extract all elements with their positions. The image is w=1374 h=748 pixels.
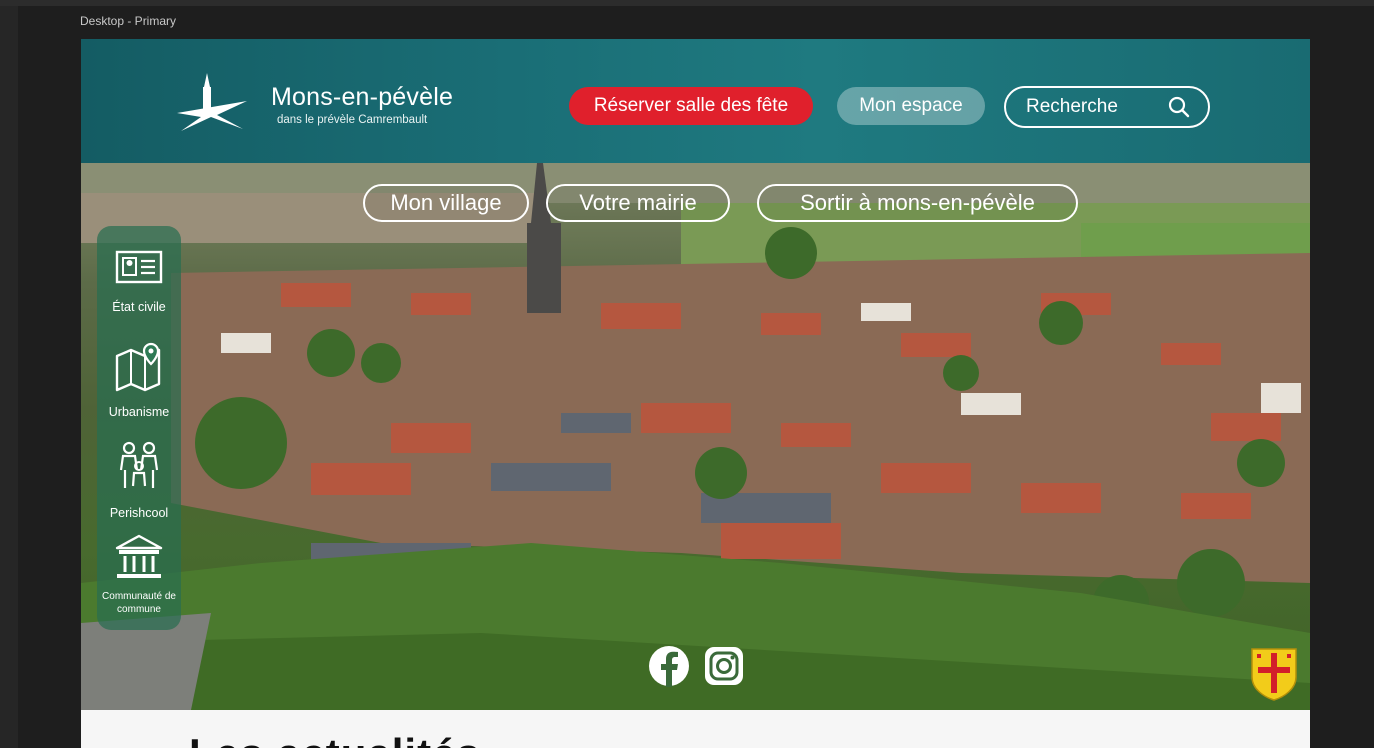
desktop-frame: Mons-en-pévèle dans le prévèle Camrembau…	[81, 39, 1310, 748]
town-crest-icon	[1251, 648, 1297, 701]
site-header: Mons-en-pévèle dans le prévèle Camrembau…	[81, 39, 1310, 163]
news-title: Les actualités	[189, 730, 481, 748]
hero-village-photo: Mon village Votre mairie Sortir à mons-e…	[81, 163, 1310, 710]
search-input[interactable]: Recherche	[1004, 86, 1210, 128]
facebook-icon[interactable]	[648, 645, 690, 687]
reserve-hall-button[interactable]: Réserver salle des fête	[569, 87, 813, 125]
frame-label[interactable]: Desktop - Primary	[80, 14, 176, 28]
nav-votre-mairie-label: Votre mairie	[579, 190, 697, 215]
my-space-button[interactable]: Mon espace	[837, 87, 985, 125]
family-icon	[119, 441, 159, 488]
side-item-urbanisme[interactable]: Urbanisme	[97, 332, 181, 432]
map-pin-icon	[115, 342, 161, 392]
church-logo-icon[interactable]	[177, 73, 247, 135]
side-item-perishcool-label: Perishcool	[109, 506, 169, 520]
my-space-label: Mon espace	[859, 95, 963, 116]
editor-left-panel	[0, 6, 18, 748]
search-icon[interactable]	[1168, 96, 1190, 118]
side-item-urbanisme-label: Urbanisme	[108, 405, 170, 419]
village-aerial-image	[81, 163, 1310, 710]
nav-sortir-label: Sortir à mons-en-pévèle	[800, 190, 1035, 215]
side-item-etat-civile[interactable]: État civile	[97, 230, 181, 330]
side-item-etat-civile-label: État civile	[112, 300, 166, 314]
editor-top-strip	[0, 0, 1374, 6]
id-card-icon	[115, 250, 163, 284]
nav-mon-village[interactable]: Mon village	[363, 184, 529, 222]
instagram-icon[interactable]	[703, 645, 745, 687]
side-item-communaute[interactable]: Communauté de commune	[97, 530, 181, 630]
nav-sortir[interactable]: Sortir à mons-en-pévèle	[757, 184, 1078, 222]
site-name[interactable]: Mons-en-pévèle	[271, 83, 453, 112]
nav-votre-mairie[interactable]: Votre mairie	[546, 184, 730, 222]
search-placeholder: Recherche	[1026, 96, 1118, 117]
side-item-communaute-label: Communauté de commune	[102, 591, 176, 615]
town-hall-icon	[115, 534, 163, 578]
reserve-hall-label: Réserver salle des fête	[593, 95, 789, 116]
side-quick-menu: État civile Urbanisme Perishcool Communa…	[97, 226, 181, 630]
side-item-perishcool[interactable]: Perishcool	[97, 434, 181, 534]
nav-mon-village-label: Mon village	[390, 190, 502, 215]
news-section: Les actualités	[81, 710, 1310, 748]
site-tagline: dans le prévèle Camrembault	[277, 114, 428, 126]
